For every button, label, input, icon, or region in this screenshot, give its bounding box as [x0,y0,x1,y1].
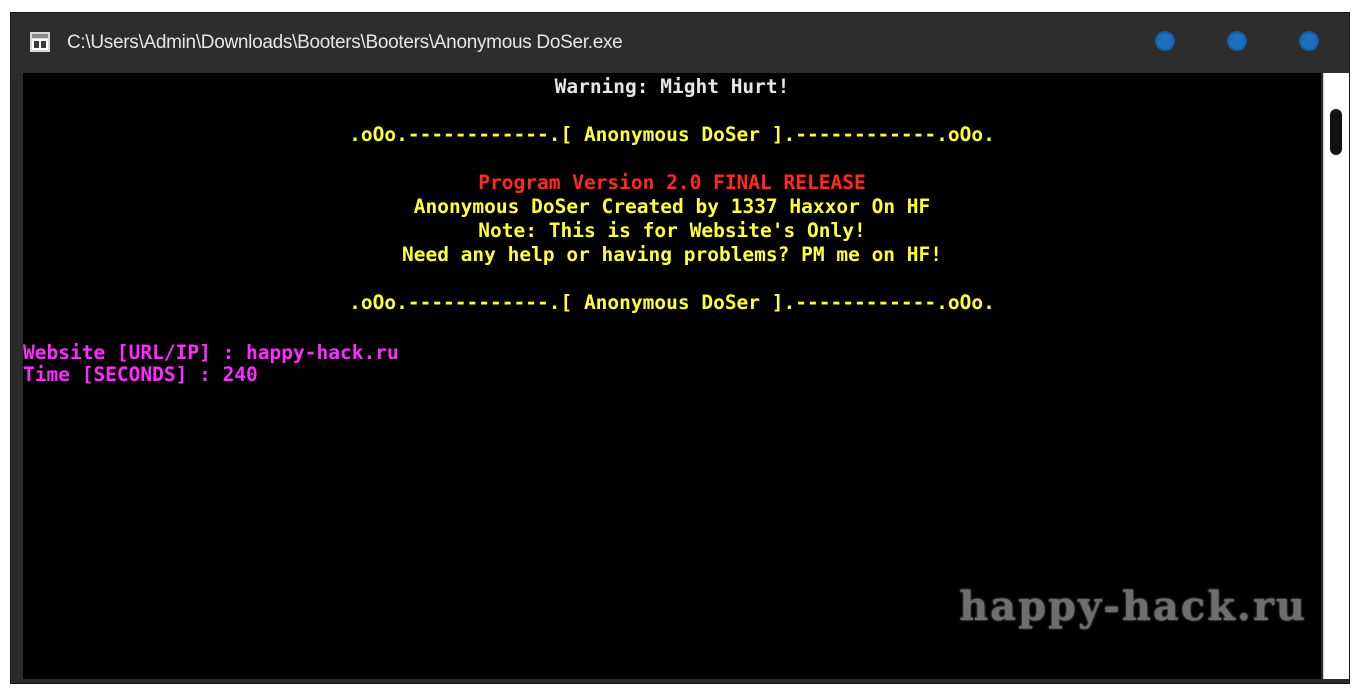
title-bar[interactable]: C:\Users\Admin\Downloads\Booters\Booters… [11,13,1349,73]
maximize-button[interactable] [1227,31,1247,51]
vertical-scrollbar[interactable] [1323,73,1349,679]
console-app-icon [30,32,50,52]
console-line-banner-top: .oOo.------------.[ Anonymous DoSer ].--… [349,123,995,146]
console-line-website-prompt: Website [URL/IP] : happy-hack.ru [23,341,399,364]
console-line-note: Note: This is for Website's Only! [478,219,866,242]
console-line-version: Program Version 2.0 FINAL RELEASE [478,171,866,194]
console-window: C:\Users\Admin\Downloads\Booters\Booters… [10,12,1350,684]
watermark-text: happy-hack.ru [959,583,1307,630]
scrollbar-thumb[interactable] [1330,109,1342,155]
console-output[interactable]: Warning: Might Hurt! .oOo.------------.[… [23,73,1321,679]
console-line-banner-bottom: .oOo.------------.[ Anonymous DoSer ].--… [349,291,995,314]
console-line-credits: Anonymous DoSer Created by 1337 Haxxor O… [413,195,931,218]
window-title: C:\Users\Admin\Downloads\Booters\Booters… [67,32,623,53]
console-line-help: Need any help or having problems? PM me … [401,243,943,266]
close-button[interactable] [1299,31,1319,51]
minimize-button[interactable] [1155,31,1175,51]
console-line-time-prompt: Time [SECONDS] : 240 [23,363,258,386]
console-line-warning: Warning: Might Hurt! [554,75,790,98]
